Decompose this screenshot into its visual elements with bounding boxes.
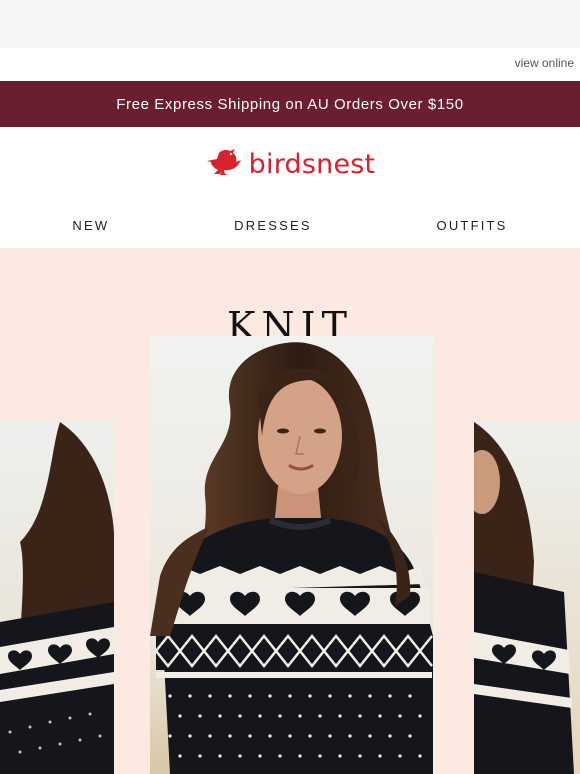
nav-item-new[interactable]: NEW xyxy=(72,218,109,233)
promo-banner[interactable]: Free Express Shipping on AU Orders Over … xyxy=(0,81,580,127)
promo-text: Free Express Shipping on AU Orders Over … xyxy=(116,95,464,113)
logo-area: birdsnest xyxy=(0,127,580,202)
nav-item-dresses[interactable]: DRESSES xyxy=(234,218,312,233)
nav-item-outfits[interactable]: OUTFITS xyxy=(437,218,508,233)
top-spacer xyxy=(0,0,580,48)
view-online-bar: view online xyxy=(0,48,580,81)
main-nav: NEW DRESSES OUTFITS xyxy=(0,202,580,248)
hero-banner[interactable]: KNIT xyxy=(0,248,580,774)
brand-name: birdsnest xyxy=(248,149,376,180)
brand-logo[interactable]: birdsnest xyxy=(205,147,376,182)
hero-image-main[interactable] xyxy=(150,336,433,774)
hero-image-left[interactable] xyxy=(0,422,114,774)
bird-icon xyxy=(205,147,245,182)
hero-image-right[interactable] xyxy=(474,422,580,774)
view-online-link[interactable]: view online xyxy=(515,56,574,70)
